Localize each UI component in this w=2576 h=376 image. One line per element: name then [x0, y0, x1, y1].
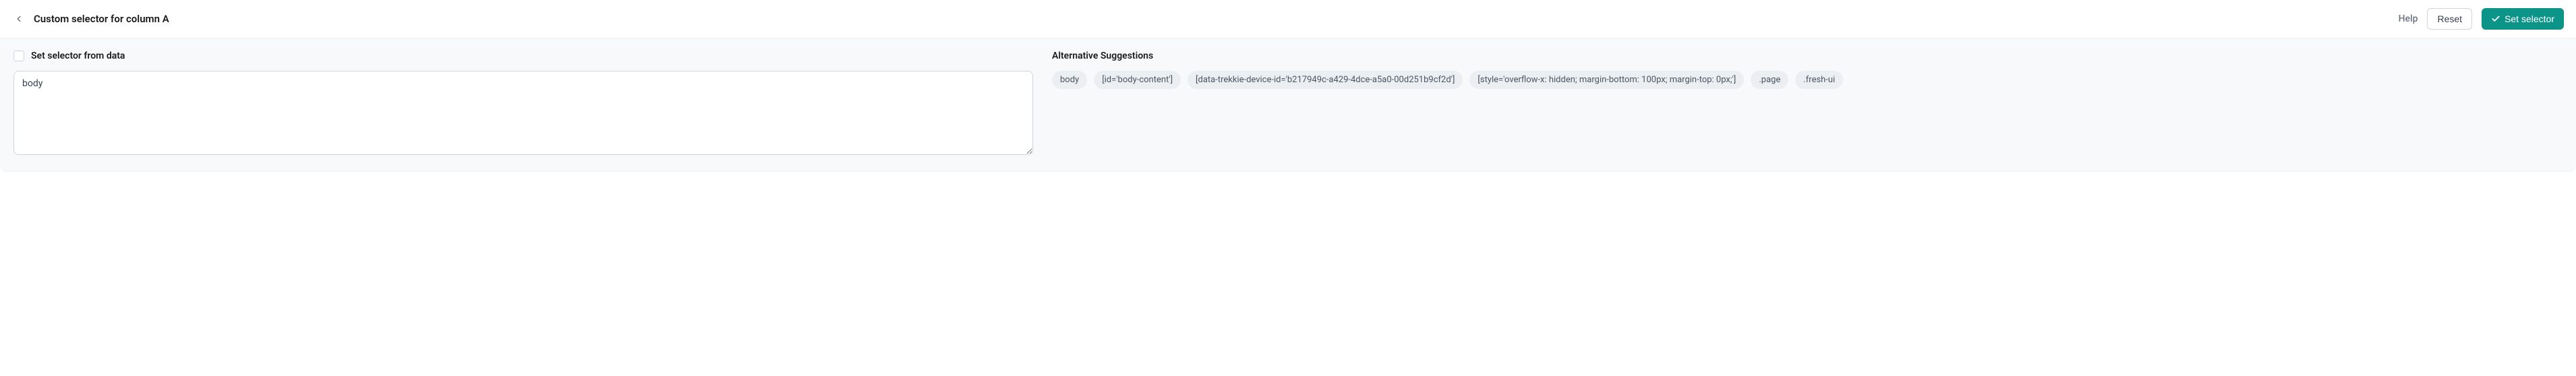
set-from-data-checkbox[interactable] — [13, 51, 24, 61]
suggestions-title: Alternative Suggestions — [1052, 51, 2563, 61]
suggestion-chip[interactable]: [id='body-content'] — [1094, 71, 1181, 89]
header-bar: Custom selector for column A Help Reset … — [0, 0, 2576, 38]
suggestion-chip[interactable]: body — [1052, 71, 1087, 89]
suggestion-chip[interactable]: .page — [1751, 71, 1788, 89]
chevron-left-icon — [14, 14, 24, 24]
check-icon — [2491, 14, 2500, 24]
help-link[interactable]: Help — [2399, 13, 2418, 24]
editor-column: Set selector from data — [13, 51, 1033, 155]
selector-textarea[interactable] — [13, 71, 1033, 155]
suggestion-chip[interactable]: .fresh-ui — [1795, 71, 1843, 89]
suggestion-chip[interactable]: [style='overflow-x: hidden; margin-botto… — [1469, 71, 1744, 89]
suggestion-chip[interactable]: [data-trekkie-device-id='b217949c-a429-4… — [1188, 71, 1463, 89]
checkbox-row: Set selector from data — [13, 51, 1033, 61]
set-selector-label: Set selector — [2505, 13, 2554, 24]
header-left: Custom selector for column A — [12, 12, 169, 26]
back-button[interactable] — [12, 12, 26, 26]
content-area: Set selector from data Alternative Sugge… — [0, 38, 2576, 172]
set-selector-button[interactable]: Set selector — [2482, 8, 2564, 30]
page-title: Custom selector for column A — [34, 13, 169, 25]
suggestions-column: Alternative Suggestions body [id='body-c… — [1052, 51, 2563, 155]
header-right: Help Reset Set selector — [2399, 8, 2564, 30]
reset-button[interactable]: Reset — [2427, 8, 2472, 30]
checkbox-label: Set selector from data — [31, 51, 125, 61]
suggestion-chips: body [id='body-content'] [data-trekkie-d… — [1052, 71, 2563, 89]
